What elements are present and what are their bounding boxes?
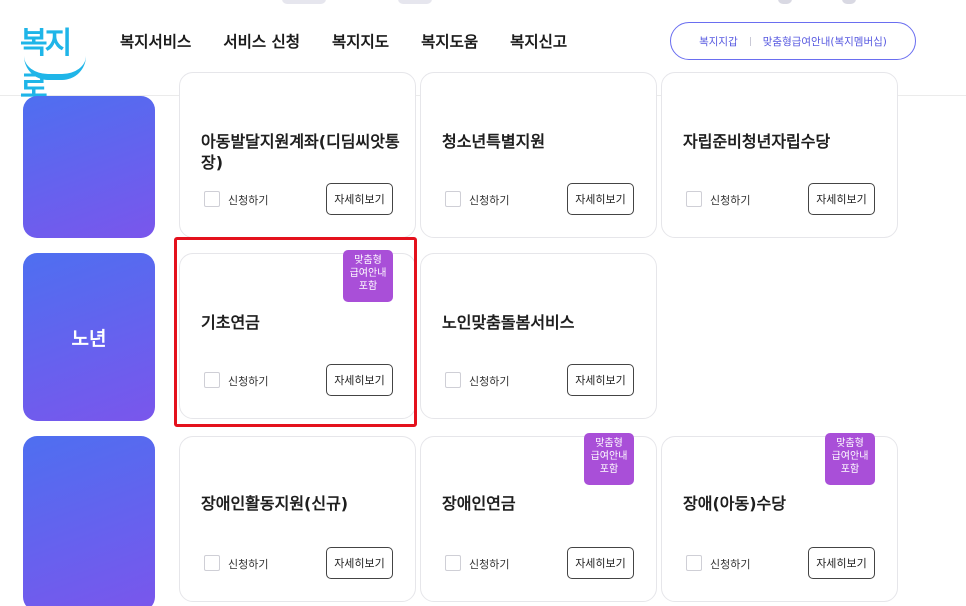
detail-button[interactable]: 자세히보기 [567,547,634,579]
category-label-senior: 노년 [71,327,107,350]
custom-benefit-badge: 맞춤형 급여안내 포함 [584,433,634,485]
bokjiro-logo[interactable]: 복지로 [20,18,92,105]
card-title: 장애인활동지원(신규) [201,494,349,513]
category-tile-senior[interactable]: 노년 [23,253,155,421]
card-title: 청소년특별지원 [442,132,546,151]
main-nav: 복지서비스 서비스 신청 복지지도 복지도움 복지신고 [120,30,599,52]
detail-button[interactable]: 자세히보기 [808,183,875,215]
apply-checkbox[interactable] [445,555,461,571]
custom-benefit-badge: 맞춤형 급여안내 포함 [825,433,875,485]
detail-button[interactable]: 자세히보기 [326,183,393,215]
detail-button[interactable]: 자세히보기 [326,547,393,579]
detail-button[interactable]: 자세히보기 [326,364,393,396]
card-title: 아동발달지원계좌(디딤씨앗통장) [201,132,400,172]
service-card-r2c2: 노인맞춤돌봄서비스 신청하기 자세히보기 [420,253,657,419]
apply-label: 신청하기 [228,558,269,571]
apply-checkbox[interactable] [204,555,220,571]
nav-service-apply[interactable]: 서비스 신청 [223,30,300,52]
welfare-wallet-link[interactable]: 복지지갑 [699,34,738,49]
custom-benefit-badge: 맞춤형 급여안내 포함 [343,250,393,302]
apply-label: 신청하기 [710,558,751,571]
apply-label: 신청하기 [228,375,269,388]
detail-button[interactable]: 자세히보기 [808,547,875,579]
apply-checkbox[interactable] [445,372,461,388]
apply-label: 신청하기 [469,375,510,388]
card-title: 자립준비청년자립수당 [683,132,831,151]
service-card-r1c2: 청소년특별지원 신청하기 자세히보기 [420,72,657,238]
apply-checkbox[interactable] [445,191,461,207]
apply-checkbox[interactable] [686,191,702,207]
card-title: 장애인연금 [442,494,516,513]
detail-button[interactable]: 자세히보기 [567,364,634,396]
apply-label: 신청하기 [228,194,269,207]
card-title: 장애(아동)수당 [683,494,786,513]
nav-welfare-help[interactable]: 복지도움 [421,30,478,52]
nav-welfare-report[interactable]: 복지신고 [510,30,567,52]
apply-checkbox[interactable] [686,555,702,571]
service-card-r3c3: 맞춤형 급여안내 포함 장애(아동)수당 신청하기 자세히보기 [661,433,898,602]
service-card-r3c2: 맞춤형 급여안내 포함 장애인연금 신청하기 자세히보기 [420,433,657,602]
service-card-r2c1: 맞춤형 급여안내 포함 기초연금 신청하기 자세히보기 [179,250,416,419]
card-title: 노인맞춤돌봄서비스 [442,313,575,332]
service-card-r1c1: 아동발달지원계좌(디딤씨앗통장) 신청하기 자세히보기 [179,72,416,238]
category-tile-disabled[interactable] [23,436,155,606]
service-card-r3c1: 장애인활동지원(신규) 신청하기 자세히보기 [179,436,416,602]
card-title: 기초연금 [201,313,260,332]
apply-label: 신청하기 [469,194,510,207]
apply-checkbox[interactable] [204,191,220,207]
nav-welfare-map[interactable]: 복지지도 [332,30,389,52]
apply-label: 신청하기 [710,194,751,207]
service-card-r1c3: 자립준비청년자립수당 신청하기 자세히보기 [661,72,898,238]
header-pill-links: 복지지갑 맞춤형급여안내(복지멤버십) [670,22,916,60]
detail-button[interactable]: 자세히보기 [567,183,634,215]
apply-checkbox[interactable] [204,372,220,388]
apply-label: 신청하기 [469,558,510,571]
pill-divider [749,36,751,46]
category-tile-youth[interactable] [23,96,155,238]
custom-benefit-link[interactable]: 맞춤형급여안내(복지멤버십) [763,34,887,49]
nav-welfare-service[interactable]: 복지서비스 [120,30,191,52]
